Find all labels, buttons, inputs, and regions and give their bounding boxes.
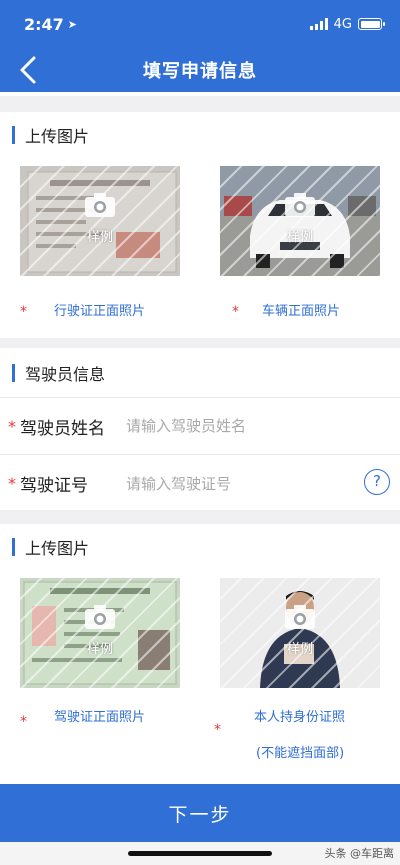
battery-icon	[358, 18, 385, 30]
next-step-label: 下一步	[168, 803, 232, 826]
home-indicator[interactable]	[128, 851, 272, 856]
license-number-row: * 驾驶证号 ?	[0, 455, 400, 512]
required-mark: *	[214, 722, 221, 738]
photo-caption: 驾驶证正面照片	[54, 710, 146, 725]
watermark: 头条 @车距离	[324, 847, 395, 860]
required-mark: *	[20, 304, 27, 320]
required-mark: *	[8, 474, 16, 493]
camera-icon	[285, 193, 315, 217]
page-title: 填写申请信息	[143, 61, 257, 82]
status-bar: 2:47 ➤ 4G	[0, 0, 400, 48]
section-header: 上传图片	[0, 524, 400, 570]
required-mark: *	[232, 304, 239, 320]
help-icon[interactable]: ?	[364, 469, 390, 495]
driver-name-input[interactable]	[126, 417, 336, 435]
previous-card-edge	[0, 92, 400, 96]
sample-label: 样例	[86, 230, 113, 245]
section-header: 上传图片	[0, 112, 400, 158]
nav-bar: 填写申请信息	[0, 48, 400, 92]
section-title: 驾驶员信息	[25, 364, 106, 384]
photo-caption-note: (不能遮挡面部)	[256, 746, 345, 761]
camera-icon	[285, 605, 315, 629]
signal-icon	[309, 18, 328, 30]
camera-icon	[85, 605, 115, 629]
required-mark: *	[20, 714, 27, 730]
driver-info-card: 驾驶员信息 * 驾驶员姓名 * 驾驶证号 ?	[0, 348, 400, 510]
section-accent-bar	[12, 363, 15, 382]
holding-id-photo[interactable]: 样例	[220, 578, 380, 688]
photo-caption: 车辆正面照片	[262, 304, 341, 319]
vehicle-upload-card: 上传图片 样例 样例 * 行驶证正面照片 * 车辆正面照片	[0, 112, 400, 338]
section-header: 驾驶员信息	[0, 348, 400, 398]
location-arrow-icon: ➤	[67, 17, 78, 31]
license-number-input[interactable]	[126, 474, 336, 493]
section-title: 上传图片	[25, 539, 90, 558]
field-label: 驾驶员姓名	[20, 418, 105, 439]
section-accent-bar	[12, 538, 15, 556]
field-label: 驾驶证号	[20, 476, 88, 496]
section-accent-bar	[12, 126, 15, 144]
home-indicator-bar: 头条 @车距离	[0, 842, 400, 865]
driver-name-row: * 驾驶员姓名	[0, 398, 400, 455]
camera-icon	[85, 193, 115, 217]
photo-caption: 行驶证正面照片	[54, 304, 146, 319]
back-arrow-icon[interactable]	[14, 54, 44, 86]
sample-label: 样例	[286, 230, 313, 245]
vehicle-license-photo[interactable]: 样例	[20, 166, 180, 276]
photo-caption: 本人持身份证照	[254, 710, 346, 725]
next-step-button[interactable]: 下一步	[0, 784, 400, 842]
form-content: 上传图片 样例 样例 * 行驶证正面照片 * 车辆正面照片 驾驶员信息 * 驾驶…	[0, 92, 400, 784]
status-time: 2:47	[24, 14, 64, 34]
sample-label: 样例	[286, 642, 313, 657]
driver-license-photo[interactable]: 样例	[20, 578, 180, 688]
vehicle-front-photo[interactable]: 样例	[220, 166, 380, 276]
driver-upload-card: 上传图片 样例 样例 * 驾驶证正面照片 * 本人持身份证照 (不能遮挡面部)	[0, 524, 400, 784]
section-title: 上传图片	[25, 127, 90, 146]
required-mark: *	[8, 416, 16, 436]
network-type: 4G	[333, 16, 352, 32]
sample-label: 样例	[86, 642, 113, 657]
